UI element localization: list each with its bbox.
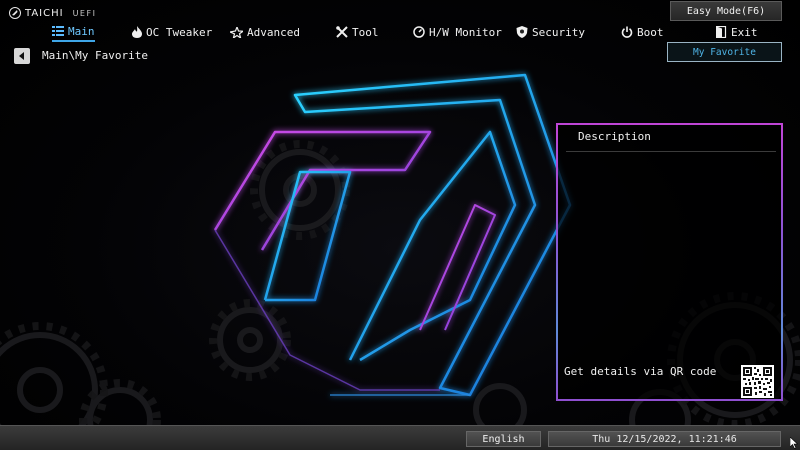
main-navigation: Main OC Tweaker Advanced Tool H/W Monito… (36, 22, 776, 42)
qr-code-icon[interactable] (741, 365, 774, 398)
tab-security[interactable]: Security (516, 22, 585, 42)
power-icon (621, 26, 633, 38)
back-button[interactable] (14, 48, 30, 64)
tab-main[interactable]: Main (52, 22, 95, 42)
language-button[interactable]: English (466, 431, 541, 447)
tab-label: Security (532, 25, 585, 39)
status-bar: English Thu 12/15/2022, 11:21:46 (0, 425, 800, 450)
description-panel: Description Get details via QR code (556, 123, 783, 401)
qr-code-label: Get details via QR code (564, 365, 717, 378)
tools-icon (336, 26, 348, 38)
breadcrumb: Main\My Favorite (42, 49, 148, 62)
exit-door-icon (716, 26, 727, 38)
tab-label: Boot (637, 25, 664, 39)
shield-icon (516, 26, 528, 38)
tab-boot[interactable]: Boot (621, 22, 664, 42)
arrow-left-icon (19, 52, 24, 60)
star-icon (230, 26, 243, 38)
flame-icon (132, 26, 142, 38)
tab-oc-tweaker[interactable]: OC Tweaker (132, 22, 212, 42)
datetime-display: Thu 12/15/2022, 11:21:46 (548, 431, 781, 447)
mouse-cursor-icon (790, 437, 798, 449)
tab-label: Advanced (247, 25, 300, 39)
tab-hw-monitor[interactable]: H/W Monitor (413, 22, 502, 42)
taichi-logo-icon (9, 7, 21, 19)
my-favorite-button[interactable]: My Favorite (667, 42, 782, 62)
description-title: Description (578, 130, 651, 143)
tab-exit[interactable]: Exit (716, 22, 758, 42)
tab-tool[interactable]: Tool (336, 22, 379, 42)
brand-name: TAICHI (25, 7, 64, 19)
description-divider (566, 151, 776, 152)
brand-suffix: UEFI (72, 8, 97, 18)
tab-label: Main (68, 24, 95, 38)
brand-logo: TAICHI UEFI (8, 6, 96, 20)
tab-label: OC Tweaker (146, 25, 213, 39)
tab-label: Exit (731, 25, 758, 39)
tab-label: Tool (352, 25, 379, 39)
tab-advanced[interactable]: Advanced (230, 22, 300, 42)
list-icon (52, 26, 64, 36)
bios-screen: TAICHI UEFI Easy Mode(F6) Main OC Tweake… (0, 0, 800, 450)
monitor-dial-icon (413, 26, 425, 38)
tab-label: H/W Monitor (429, 25, 502, 39)
easy-mode-button[interactable]: Easy Mode(F6) (670, 1, 782, 21)
